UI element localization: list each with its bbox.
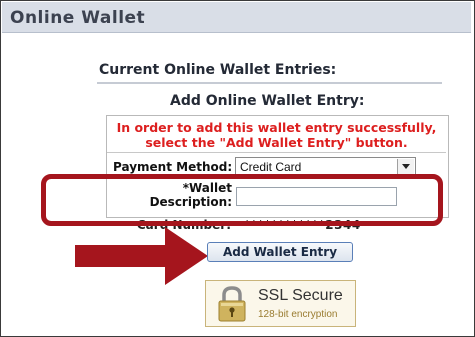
ssl-title: SSL Secure [258, 287, 343, 304]
ssl-subtitle: 128-bit encryption [258, 309, 338, 320]
ssl-secure-badge: SSL Secure 128-bit encryption [205, 280, 356, 327]
section-divider [97, 82, 442, 84]
current-entries-title: Current Online Wallet Entries: [99, 62, 337, 78]
page-title: Online Wallet [10, 8, 146, 28]
add-wallet-entry-button[interactable]: Add Wallet Entry [207, 242, 353, 262]
add-entry-title: Add Online Wallet Entry: [170, 93, 365, 109]
payment-method-value: Credit Card [240, 160, 302, 174]
highlight-box [41, 174, 443, 226]
panel-divider [107, 152, 446, 153]
warning-message: In order to add this wallet entry succes… [116, 120, 437, 150]
pointer-arrow-icon [75, 227, 208, 285]
payment-method-label: Payment Method: [113, 160, 233, 174]
padlock-icon [218, 286, 246, 322]
chevron-down-icon[interactable] [397, 159, 414, 174]
title-bar: Online Wallet [2, 2, 471, 33]
